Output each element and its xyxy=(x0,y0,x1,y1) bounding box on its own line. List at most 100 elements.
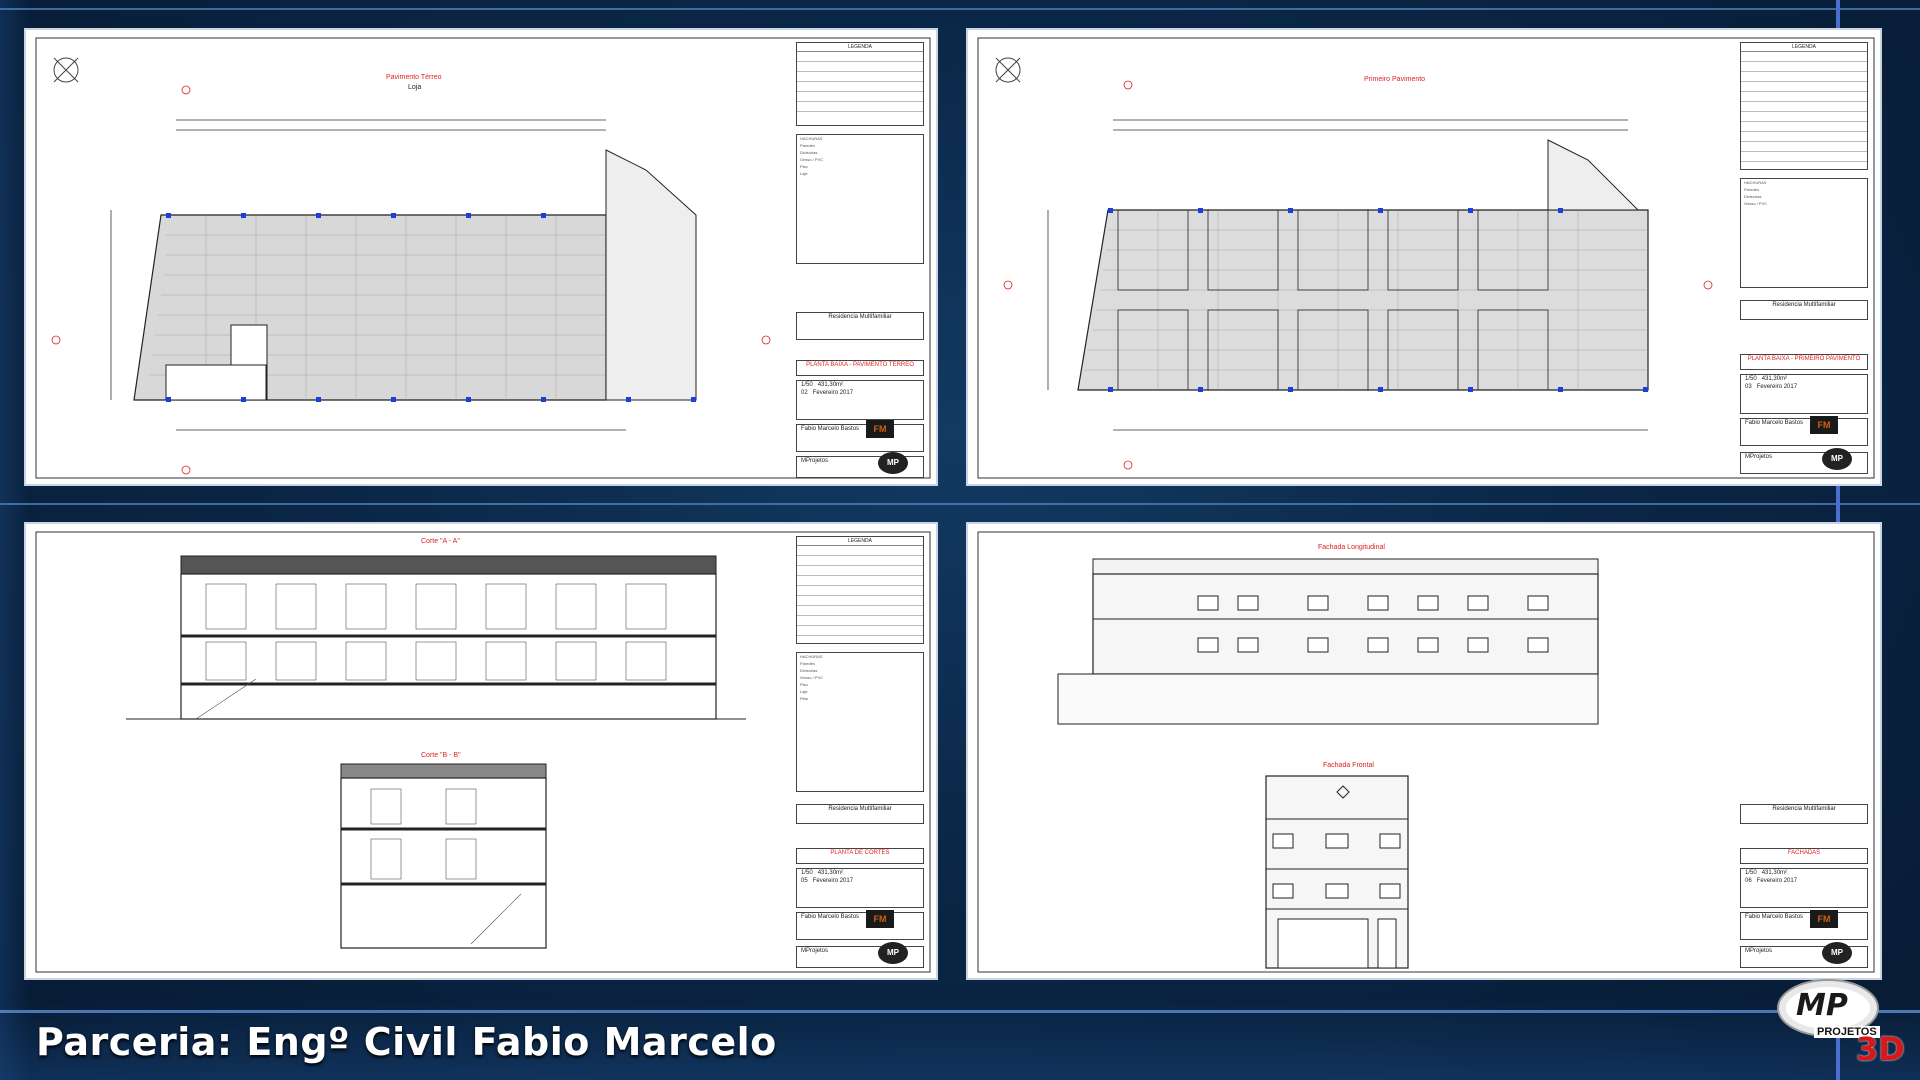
hatch-legend: HACHURAS Paredes Divisórias Gesso / PVC … xyxy=(796,652,924,792)
mp-logo: MP xyxy=(1822,448,1852,470)
plan-box: FACHADAS xyxy=(1740,848,1868,864)
title-block: Residencia Multifamiliar FACHADAS 1/50 4… xyxy=(1740,536,1868,968)
sheet-sections[interactable]: Corte "A - A" Corte "B - B" LEGENDA HACH… xyxy=(24,522,938,980)
project-box: Residencia Multifamiliar xyxy=(1740,804,1868,824)
plan-box: PLANTA BAIXA - PAVIMENTO TÉRREO xyxy=(796,360,924,376)
hatch-item: Gesso / PVC xyxy=(1744,201,1768,206)
info-box: 1/50 431,30m² 06 Fevereiro 2017 xyxy=(1740,868,1868,908)
sheet-number: 06 xyxy=(1745,878,1752,884)
legend-table: LEGENDA xyxy=(796,536,924,644)
hatch-header: HACHURAS xyxy=(800,136,823,141)
sheet-title: Primeiro Pavimento xyxy=(1364,76,1426,83)
hatch-item: Gesso / PVC xyxy=(800,675,824,680)
hatch-legend: HACHURAS Paredes Divisórias Gesso / PVC … xyxy=(796,134,924,264)
hatch-item: Divisórias xyxy=(1744,194,1762,199)
info-box: 1/50 431,30m² 03 Fevereiro 2017 xyxy=(1740,374,1868,414)
area: 431,30m² xyxy=(817,870,844,876)
divider-bottom xyxy=(0,1010,1920,1013)
scale: 1/50 xyxy=(1745,870,1757,876)
sheet-subtitle: Loja xyxy=(408,84,422,91)
fm-logo: FM xyxy=(1810,910,1838,928)
legend-header: LEGENDA xyxy=(797,43,923,52)
hatch-header: HACHURAS xyxy=(1744,180,1767,185)
date: Fevereiro 2017 xyxy=(1756,384,1798,390)
project-name: Residencia Multifamiliar xyxy=(1772,806,1836,812)
hatch-item: Piso xyxy=(800,682,808,687)
hatch-item: Paredes xyxy=(800,661,815,666)
author-box: Fabio Marcelo Bastos xyxy=(1740,418,1868,446)
hatch-item: Piso xyxy=(800,164,808,169)
sheet-number: 05 xyxy=(801,878,808,884)
project-box: Residencia Multifamiliar xyxy=(796,312,924,340)
hatch-item: Paredes xyxy=(1744,187,1759,192)
mp-logo: MP xyxy=(1822,942,1852,964)
plan-box: PLANTA BAIXA - PRIMEIRO PAVIMENTO xyxy=(1740,354,1868,370)
hatch-item: Paredes xyxy=(800,143,815,148)
mp-logo: MP xyxy=(878,942,908,964)
author: Fabio Marcelo Bastos xyxy=(1745,914,1804,920)
hatch-header: HACHURAS xyxy=(800,654,823,659)
divider-top xyxy=(0,8,1920,10)
legend-header: LEGENDA xyxy=(797,537,923,546)
project-name: Residencia Multifamiliar xyxy=(828,806,892,812)
hatch-item: Laje xyxy=(800,689,808,694)
section-a-title: Corte "A - A" xyxy=(421,538,460,545)
plan-name: PLANTA DE CORTES xyxy=(830,850,890,856)
author: Fabio Marcelo Bastos xyxy=(1745,420,1804,426)
title-block: LEGENDA HACHURAS Paredes Divisórias Gess… xyxy=(796,536,924,968)
author-box: Fabio Marcelo Bastos xyxy=(796,912,924,940)
legend-header: LEGENDA xyxy=(1741,43,1867,52)
info-box: 1/50 431,30m² 05 Fevereiro 2017 xyxy=(796,868,924,908)
legend-table: LEGENDA xyxy=(1740,42,1868,170)
fm-logo: FM xyxy=(866,420,894,438)
area: 431,30m² xyxy=(817,382,844,388)
author: Fabio Marcelo Bastos xyxy=(801,914,860,920)
project-box: Residencia Multifamiliar xyxy=(796,804,924,824)
partnership-caption: Parceria: Engº Civil Fabio Marcelo xyxy=(36,1020,777,1064)
author-box: Fabio Marcelo Bastos xyxy=(796,424,924,452)
plan-box: PLANTA DE CORTES xyxy=(796,848,924,864)
plan-name: FACHADAS xyxy=(1787,850,1821,856)
hatch-item: Pilar xyxy=(800,696,809,701)
scale: 1/50 xyxy=(801,870,813,876)
date: Fevereiro 2017 xyxy=(812,390,854,396)
title-block: LEGENDA HACHURAS Paredes Divisórias Gess… xyxy=(796,42,924,478)
project-name: Residencia Multifamiliar xyxy=(1772,302,1836,308)
hatch-legend: HACHURAS Paredes Divisórias Gesso / PVC xyxy=(1740,178,1868,288)
hatch-item: Divisórias xyxy=(800,150,818,155)
scale: 1/50 xyxy=(801,382,813,388)
fm-logo: FM xyxy=(1810,416,1838,434)
section-b-title: Corte "B - B" xyxy=(421,752,461,759)
brand-3d: 3D xyxy=(1856,1030,1905,1068)
scale: 1/50 xyxy=(1745,376,1757,382)
author-box: Fabio Marcelo Bastos xyxy=(1740,912,1868,940)
project-box: Residencia Multifamiliar xyxy=(1740,300,1868,320)
date: Fevereiro 2017 xyxy=(1756,878,1798,884)
divider-middle xyxy=(0,503,1920,505)
sheet-title: Pavimento Térreo xyxy=(386,74,442,81)
project-name: Residencia Multifamiliar xyxy=(828,314,892,320)
area: 431,30m² xyxy=(1761,870,1788,876)
longitudinal-facade-title: Fachada Longitudinal xyxy=(1318,544,1385,551)
sheet-number: 03 xyxy=(1745,384,1752,390)
fm-logo: FM xyxy=(866,910,894,928)
plan-name: PLANTA BAIXA - PRIMEIRO PAVIMENTO xyxy=(1747,356,1861,362)
sheet-first-floor[interactable]: Primeiro Pavimento LEGENDA HACHURAS Pare… xyxy=(966,28,1882,486)
legend-table: LEGENDA xyxy=(796,42,924,126)
sheet-ground-floor[interactable]: Pavimento Térreo Loja LEGENDA HACHURAS P… xyxy=(24,28,938,486)
mp-logo: MP xyxy=(878,452,908,474)
hatch-item: Laje xyxy=(800,171,808,176)
brand-mp: MP xyxy=(1796,988,1848,1023)
sheet-number: 02 xyxy=(801,390,808,396)
front-facade-title: Fachada Frontal xyxy=(1323,762,1374,769)
mp-projetos-3d-logo: MP PROJETOS 3D xyxy=(1768,970,1908,1070)
hatch-item: Gesso / PVC xyxy=(800,157,824,162)
sheet-facades[interactable]: Fachada Longitudinal Fachada Frontal Res… xyxy=(966,522,1882,980)
hatch-item: Divisórias xyxy=(800,668,818,673)
author: Fabio Marcelo Bastos xyxy=(801,426,860,432)
area: 431,30m² xyxy=(1761,376,1788,382)
info-box: 1/50 431,30m² 02 Fevereiro 2017 xyxy=(796,380,924,420)
date: Fevereiro 2017 xyxy=(812,878,854,884)
title-block: LEGENDA HACHURAS Paredes Divisórias Gess… xyxy=(1740,42,1868,474)
plan-name: PLANTA BAIXA - PAVIMENTO TÉRREO xyxy=(806,362,914,368)
